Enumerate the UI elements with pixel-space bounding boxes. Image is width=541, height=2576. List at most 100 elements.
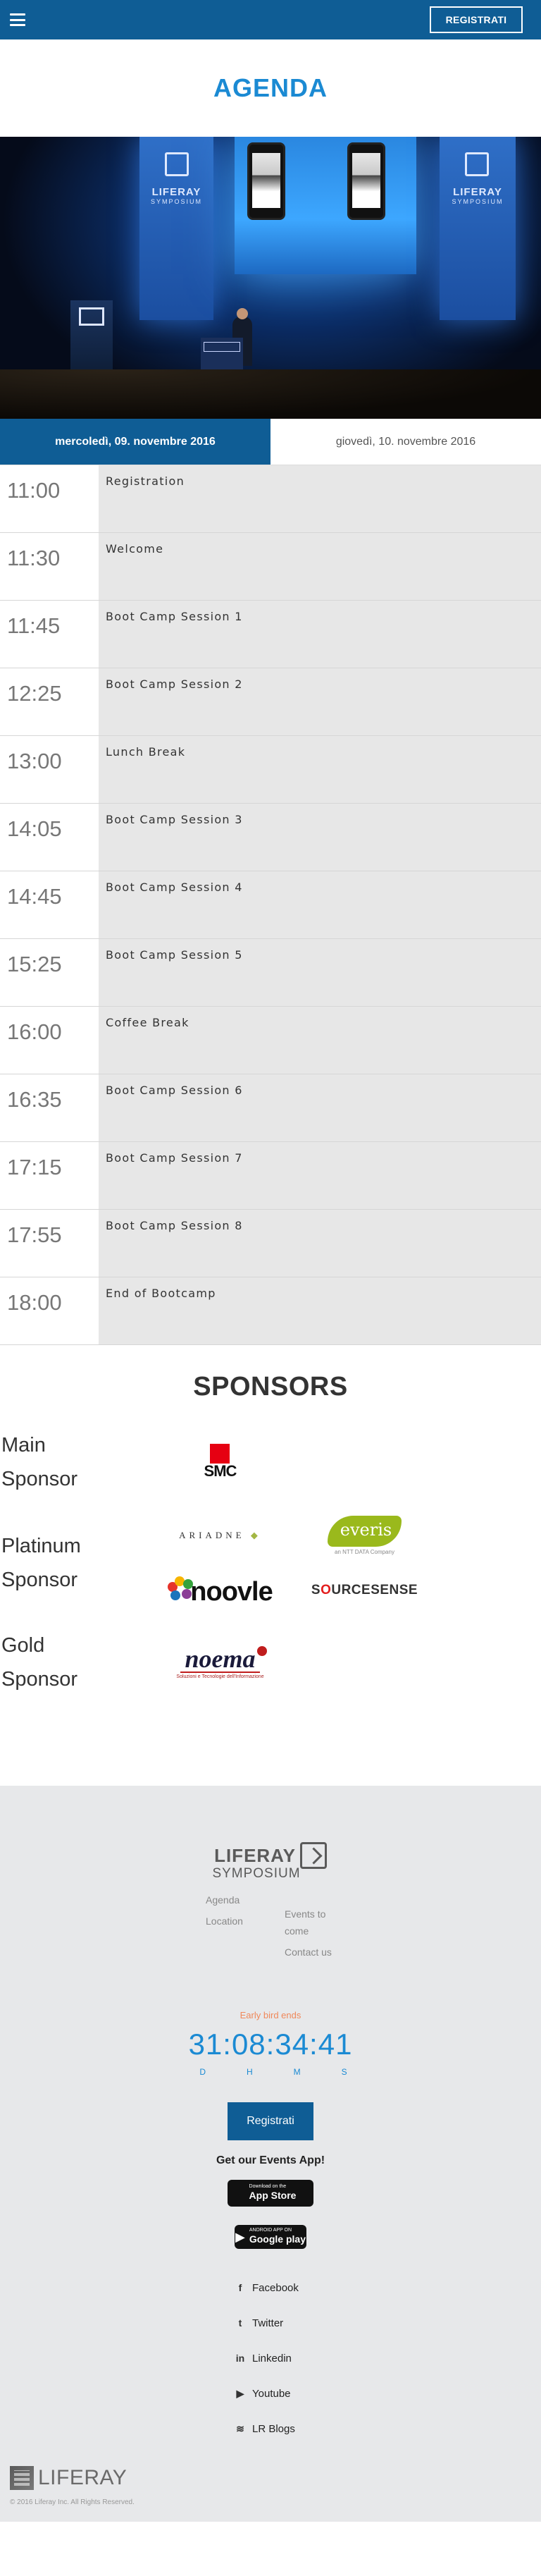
social-link-twitter[interactable]: t Twitter: [228, 2305, 313, 2341]
agenda-time: 15:25: [0, 939, 99, 1006]
footer-links: Agenda Location Events to come Contact u…: [0, 1891, 541, 1961]
social-link-facebook[interactable]: f Facebook: [228, 2270, 313, 2305]
sponsor-logo-smc[interactable]: SMC: [148, 1435, 292, 1490]
agenda-row: 16:00 Coffee Break: [0, 1007, 541, 1074]
tier-label: Platinum Sponsor: [1, 1535, 81, 1591]
sponsor-tier-gold: Gold Sponsor noema Soluzioni e Tecnologie…: [0, 1624, 541, 1701]
footer-link-location[interactable]: Location: [206, 1913, 256, 1930]
social-link-lr-blogs[interactable]: ≋ LR Blogs: [228, 2411, 313, 2446]
agenda-session-title: Boot Camp Session 8: [99, 1210, 541, 1277]
agenda-row: 17:15 Boot Camp Session 7: [0, 1142, 541, 1210]
agenda-session-title: Boot Camp Session 7: [99, 1142, 541, 1209]
agenda-time: 14:05: [0, 804, 99, 871]
social-label: Youtube: [252, 2387, 291, 2400]
sponsor-logo-everis[interactable]: everis an NTT DATA Company: [292, 1508, 437, 1563]
sponsor-logo-ariadne[interactable]: ARIADNE: [148, 1508, 292, 1563]
agenda-row: 17:55 Boot Camp Session 8: [0, 1210, 541, 1277]
liferay-logo-icon: [465, 152, 489, 176]
agenda-row: 11:00 Registration: [0, 465, 541, 533]
agenda-session-title: Welcome: [99, 533, 541, 600]
agenda-session-title: Boot Camp Session 5: [99, 939, 541, 1006]
agenda-session-title: Boot Camp Session 3: [99, 804, 541, 871]
day-tabs: mercoledì, 09. novembre 2016 giovedì, 10…: [0, 419, 541, 465]
agenda-time: 12:25: [0, 668, 99, 735]
footer-bottom: LIFERAY © 2016 Liferay Inc. All Rights R…: [0, 2466, 541, 2506]
sponsor-logo-noema[interactable]: noema Soluzioni e Tecnologie dell'Informa…: [148, 1635, 292, 1690]
twitter-icon: t: [238, 2317, 242, 2329]
agenda-session-title: Coffee Break: [99, 1007, 541, 1074]
agenda-row: 11:30 Welcome: [0, 533, 541, 601]
social-links: f Facebook t Twitter in Linkedin ▶ Youtube ≋ LR B…: [0, 2270, 541, 2446]
liferay-logo-icon: [165, 152, 189, 176]
footer-link-contact[interactable]: Contact us: [285, 1944, 335, 1961]
agenda-time: 11:30: [0, 533, 99, 600]
register-button[interactable]: Registrati: [228, 2102, 313, 2140]
social-link-linkedin[interactable]: in Linkedin: [228, 2341, 313, 2376]
sponsors-section: SPONSORS Main Sponsor SMC Platinum Spons…: [0, 1345, 541, 1786]
symposium-logo[interactable]: LIFERAY SYMPOSIUM: [212, 1842, 327, 1882]
phone-mockup: [247, 142, 285, 220]
agenda-time: 14:45: [0, 871, 99, 938]
page-title: AGENDA: [213, 73, 328, 102]
social-label: Facebook: [252, 2281, 299, 2294]
agenda-session-title: Boot Camp Session 4: [99, 871, 541, 938]
get-app-heading: Get our Events App!: [216, 2154, 325, 2166]
agenda-session-title: Boot Camp Session 2: [99, 668, 541, 735]
social-label: Linkedin: [252, 2352, 292, 2365]
liferay-cube-icon: [10, 2466, 34, 2490]
social-label: LR Blogs: [252, 2422, 295, 2435]
agenda-row: 11:45 Boot Camp Session 1: [0, 601, 541, 668]
agenda-row: 14:45 Boot Camp Session 4: [0, 871, 541, 939]
copyright: © 2016 Liferay Inc. All Rights Reserved.: [10, 2498, 135, 2506]
hamburger-menu-icon[interactable]: [10, 13, 25, 26]
agenda-row: 15:25 Boot Camp Session 5: [0, 939, 541, 1007]
early-bird-label: Early bird ends: [240, 2010, 301, 2020]
footer-link-events[interactable]: Events to come: [285, 1906, 335, 1939]
youtube-icon: ▶: [236, 2387, 244, 2399]
play-icon: ▶: [235, 2229, 245, 2244]
agenda-time: 16:35: [0, 1074, 99, 1141]
agenda-time: 17:15: [0, 1142, 99, 1209]
banner-left: LIFERAY SYMPOSIUM: [139, 137, 213, 320]
projection-screen: [235, 137, 416, 274]
footer: LIFERAY SYMPOSIUM Agenda Location Events…: [0, 1786, 541, 2522]
agenda-time: 11:45: [0, 601, 99, 668]
page-title-section: AGENDA: [0, 39, 541, 137]
agenda-time: 18:00: [0, 1277, 99, 1344]
hero-image: LIFERAY SYMPOSIUM LIFERAY SYMPOSIUM: [0, 137, 541, 419]
agenda-row: 14:05 Boot Camp Session 3: [0, 804, 541, 871]
footer-link-agenda[interactable]: Agenda: [206, 1891, 256, 1908]
top-nav-bar: REGISTRATI: [0, 0, 541, 39]
phone-mockup: [347, 142, 385, 220]
agenda-time: 13:00: [0, 736, 99, 803]
sponsors-heading: SPONSORS: [193, 1372, 348, 1402]
agenda-row: 18:00 End of Bootcamp: [0, 1277, 541, 1345]
facebook-icon: f: [238, 2282, 242, 2293]
noovle-petals-icon: [168, 1576, 196, 1605]
app-store-badge[interactable]: Download on the App Store: [228, 2180, 313, 2207]
countdown-timer: 31:08:34:41: [188, 2028, 353, 2061]
register-top-button[interactable]: REGISTRATI: [430, 6, 523, 33]
social-link-youtube[interactable]: ▶ Youtube: [228, 2376, 313, 2411]
agenda-row: 12:25 Boot Camp Session 2: [0, 668, 541, 736]
rss-icon: ≋: [236, 2422, 244, 2434]
agenda-session-title: Boot Camp Session 6: [99, 1074, 541, 1141]
sponsor-logo-noovle[interactable]: noovle: [148, 1563, 292, 1618]
liferay-logo[interactable]: LIFERAY: [10, 2466, 541, 2490]
countdown-labels: D H M S: [199, 2067, 347, 2077]
agenda-session-title: Lunch Break: [99, 736, 541, 803]
agenda-list: 11:00 Registration 11:30 Welcome 11:45 Boot C…: [0, 465, 541, 1345]
google-play-badge[interactable]: ▶ ANDROID APP ON Google play: [235, 2225, 306, 2249]
agenda-time: 17:55: [0, 1210, 99, 1277]
audience: [0, 369, 541, 419]
linkedin-icon: in: [235, 2353, 245, 2364]
agenda-time: 16:00: [0, 1007, 99, 1074]
agenda-time: 11:00: [0, 465, 99, 532]
sponsor-logo-sourcesense[interactable]: SOURCESENSE: [292, 1563, 437, 1618]
banner-right: LIFERAY SYMPOSIUM: [440, 137, 516, 320]
tab-day-1[interactable]: mercoledì, 09. novembre 2016: [0, 419, 270, 465]
sponsor-tier-platinum: Platinum Sponsor ARIADNE everisan NTT DA…: [0, 1507, 541, 1619]
tab-day-2[interactable]: giovedì, 10. novembre 2016: [270, 419, 541, 465]
agenda-session-title: Boot Camp Session 1: [99, 601, 541, 668]
agenda-row: 16:35 Boot Camp Session 6: [0, 1074, 541, 1142]
